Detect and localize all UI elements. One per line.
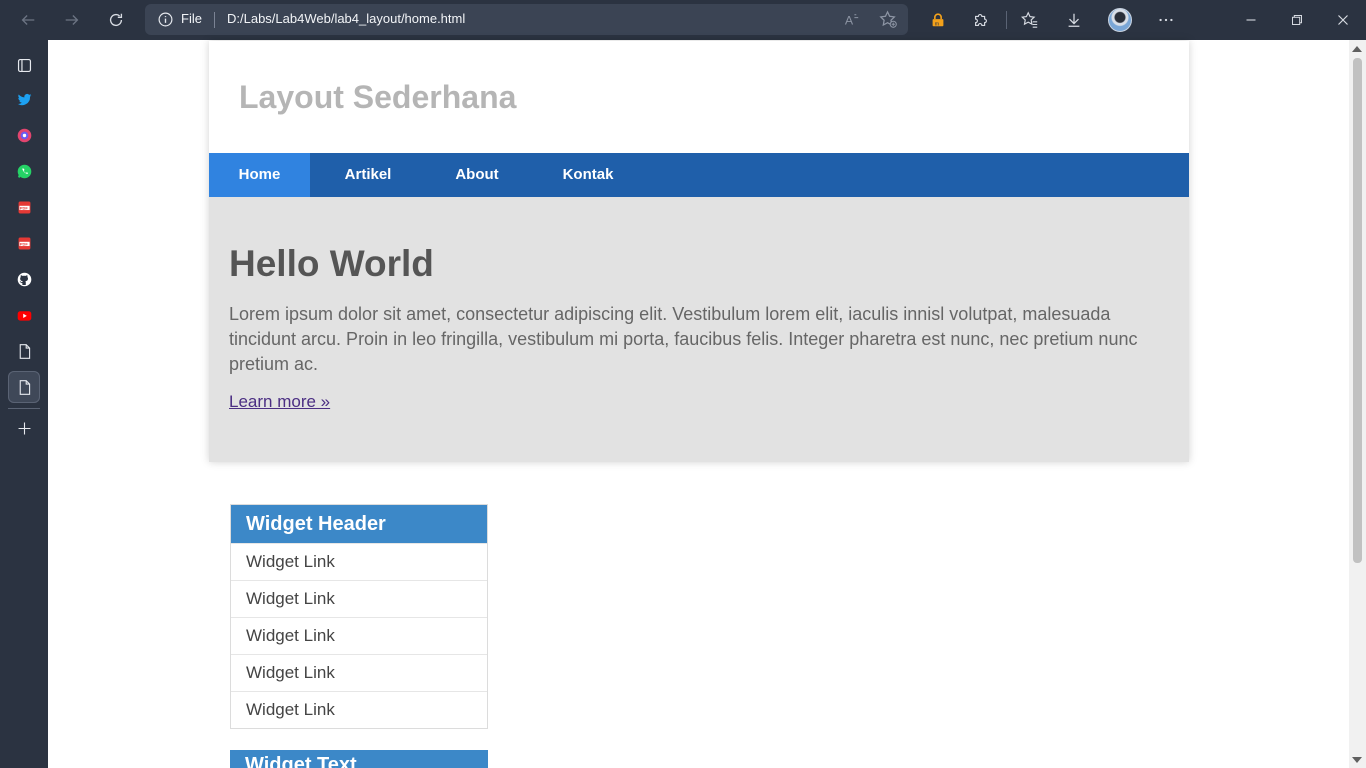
refresh-icon: [109, 13, 123, 27]
more-dots-icon: [1159, 18, 1173, 22]
sidebar-item-twitter[interactable]: [8, 83, 40, 115]
extensions-button[interactable]: [965, 4, 997, 36]
nav-kontak[interactable]: Kontak: [543, 153, 633, 197]
widget-header: Widget Header: [231, 505, 487, 543]
twitter-icon: [17, 93, 31, 105]
page-content: Layout Sederhana Home Artikel About Kont…: [209, 41, 1189, 768]
restore-icon: [1292, 15, 1302, 25]
hero-title: Hello World: [229, 243, 434, 284]
favorites-icon: [1021, 11, 1038, 28]
url-text[interactable]: D:/Labs/Lab4Web/lab4_layout/home.html: [227, 11, 465, 26]
sidebar-item-messenger[interactable]: [8, 119, 40, 151]
sidebar-separator: [8, 408, 40, 409]
widget-link[interactable]: Widget Link: [231, 617, 487, 654]
widget-link[interactable]: Widget Link: [231, 543, 487, 580]
nav-home[interactable]: Home: [209, 153, 310, 197]
puzzle-icon: [975, 14, 987, 26]
close-icon: [1338, 15, 1348, 25]
main-navigation: Home Artikel About Kontak: [209, 153, 1189, 197]
hero-text: Lorem ipsum dolor sit amet, consectetur …: [229, 304, 1138, 374]
widget-link[interactable]: Widget Link: [231, 691, 487, 728]
page-scrollbar[interactable]: [1349, 40, 1366, 768]
layout-container: Layout Sederhana Home Artikel About Kont…: [209, 41, 1189, 462]
sidebar-item-github[interactable]: [8, 263, 40, 295]
svg-text:A: A: [845, 13, 854, 27]
scroll-up-arrow[interactable]: [1352, 46, 1362, 52]
more-button[interactable]: [1150, 4, 1182, 36]
whatsapp-icon: [17, 164, 31, 178]
widget-links: Widget Header Widget Link Widget Link Wi…: [230, 504, 488, 729]
minimize-icon: [1246, 19, 1256, 21]
info-icon[interactable]: [157, 11, 174, 28]
profile-avatar[interactable]: [1108, 8, 1132, 32]
sidebar-add-button[interactable]: [8, 412, 40, 444]
svg-text:m: m: [935, 21, 940, 27]
download-icon: [1068, 13, 1080, 27]
sidebar-item-pdf-2[interactable]: PDF: [8, 227, 40, 259]
learn-more-link[interactable]: Learn more »: [229, 392, 330, 412]
downloads-button[interactable]: [1058, 4, 1090, 36]
nav-about[interactable]: About: [435, 153, 519, 197]
svg-text:PDF: PDF: [19, 241, 27, 246]
document-icon: [19, 343, 30, 359]
read-aloud-icon[interactable]: A: [843, 10, 862, 29]
site-header: Layout Sederhana: [209, 41, 1189, 153]
tab-actions-button[interactable]: [8, 49, 40, 81]
nav-artikel[interactable]: Artikel: [325, 153, 411, 197]
favorite-add-icon[interactable]: [879, 10, 898, 29]
widget-link[interactable]: Widget Link: [231, 654, 487, 691]
refresh-button[interactable]: [100, 4, 132, 36]
favorites-button[interactable]: [1014, 4, 1046, 36]
arrow-right-icon: [65, 15, 79, 25]
address-bar[interactable]: File D:/Labs/Lab4Web/lab4_layout/home.ht…: [145, 4, 908, 35]
sidebar-item-whatsapp[interactable]: [8, 155, 40, 187]
toolbar-separator: [1006, 11, 1007, 29]
svg-text:PDF: PDF: [19, 205, 27, 210]
widget-text: Widget Text: [230, 750, 488, 768]
scroll-thumb[interactable]: [1353, 58, 1362, 563]
hero-section: Hello World Lorem ipsum dolor sit amet, …: [209, 197, 1189, 462]
minimize-button[interactable]: [1235, 4, 1267, 36]
sidebar-item-document-active[interactable]: [8, 371, 40, 403]
browser-sidebar: PDF PDF: [0, 40, 48, 768]
arrow-left-icon: [21, 15, 35, 25]
site-title: Layout Sederhana: [239, 79, 517, 115]
sidebar-item-pdf-1[interactable]: PDF: [8, 191, 40, 223]
sidebar-item-youtube[interactable]: [8, 299, 40, 331]
widget-link[interactable]: Widget Link: [231, 580, 487, 617]
document-icon: [19, 379, 30, 395]
messenger-icon: [17, 128, 31, 142]
back-button[interactable]: [12, 4, 44, 36]
address-separator: [214, 12, 215, 28]
tab-actions-icon: [17, 58, 31, 72]
forward-button[interactable]: [56, 4, 88, 36]
scroll-down-arrow[interactable]: [1352, 757, 1362, 763]
youtube-icon: [17, 310, 31, 321]
scheme-label: File: [181, 11, 202, 26]
add-icon: [18, 422, 30, 434]
extension-lock-button[interactable]: m: [922, 4, 954, 36]
pdf-icon: PDF: [18, 201, 30, 213]
github-icon: [17, 272, 31, 286]
sidebar-item-document[interactable]: [8, 335, 40, 367]
widget-text-header: Widget Text: [230, 750, 488, 768]
restore-button[interactable]: [1281, 4, 1313, 36]
close-button[interactable]: [1327, 4, 1359, 36]
lock-extension-icon: m: [932, 13, 944, 27]
pdf-icon: PDF: [18, 237, 30, 249]
browser-toolbar: File D:/Labs/Lab4Web/lab4_layout/home.ht…: [0, 0, 1366, 40]
